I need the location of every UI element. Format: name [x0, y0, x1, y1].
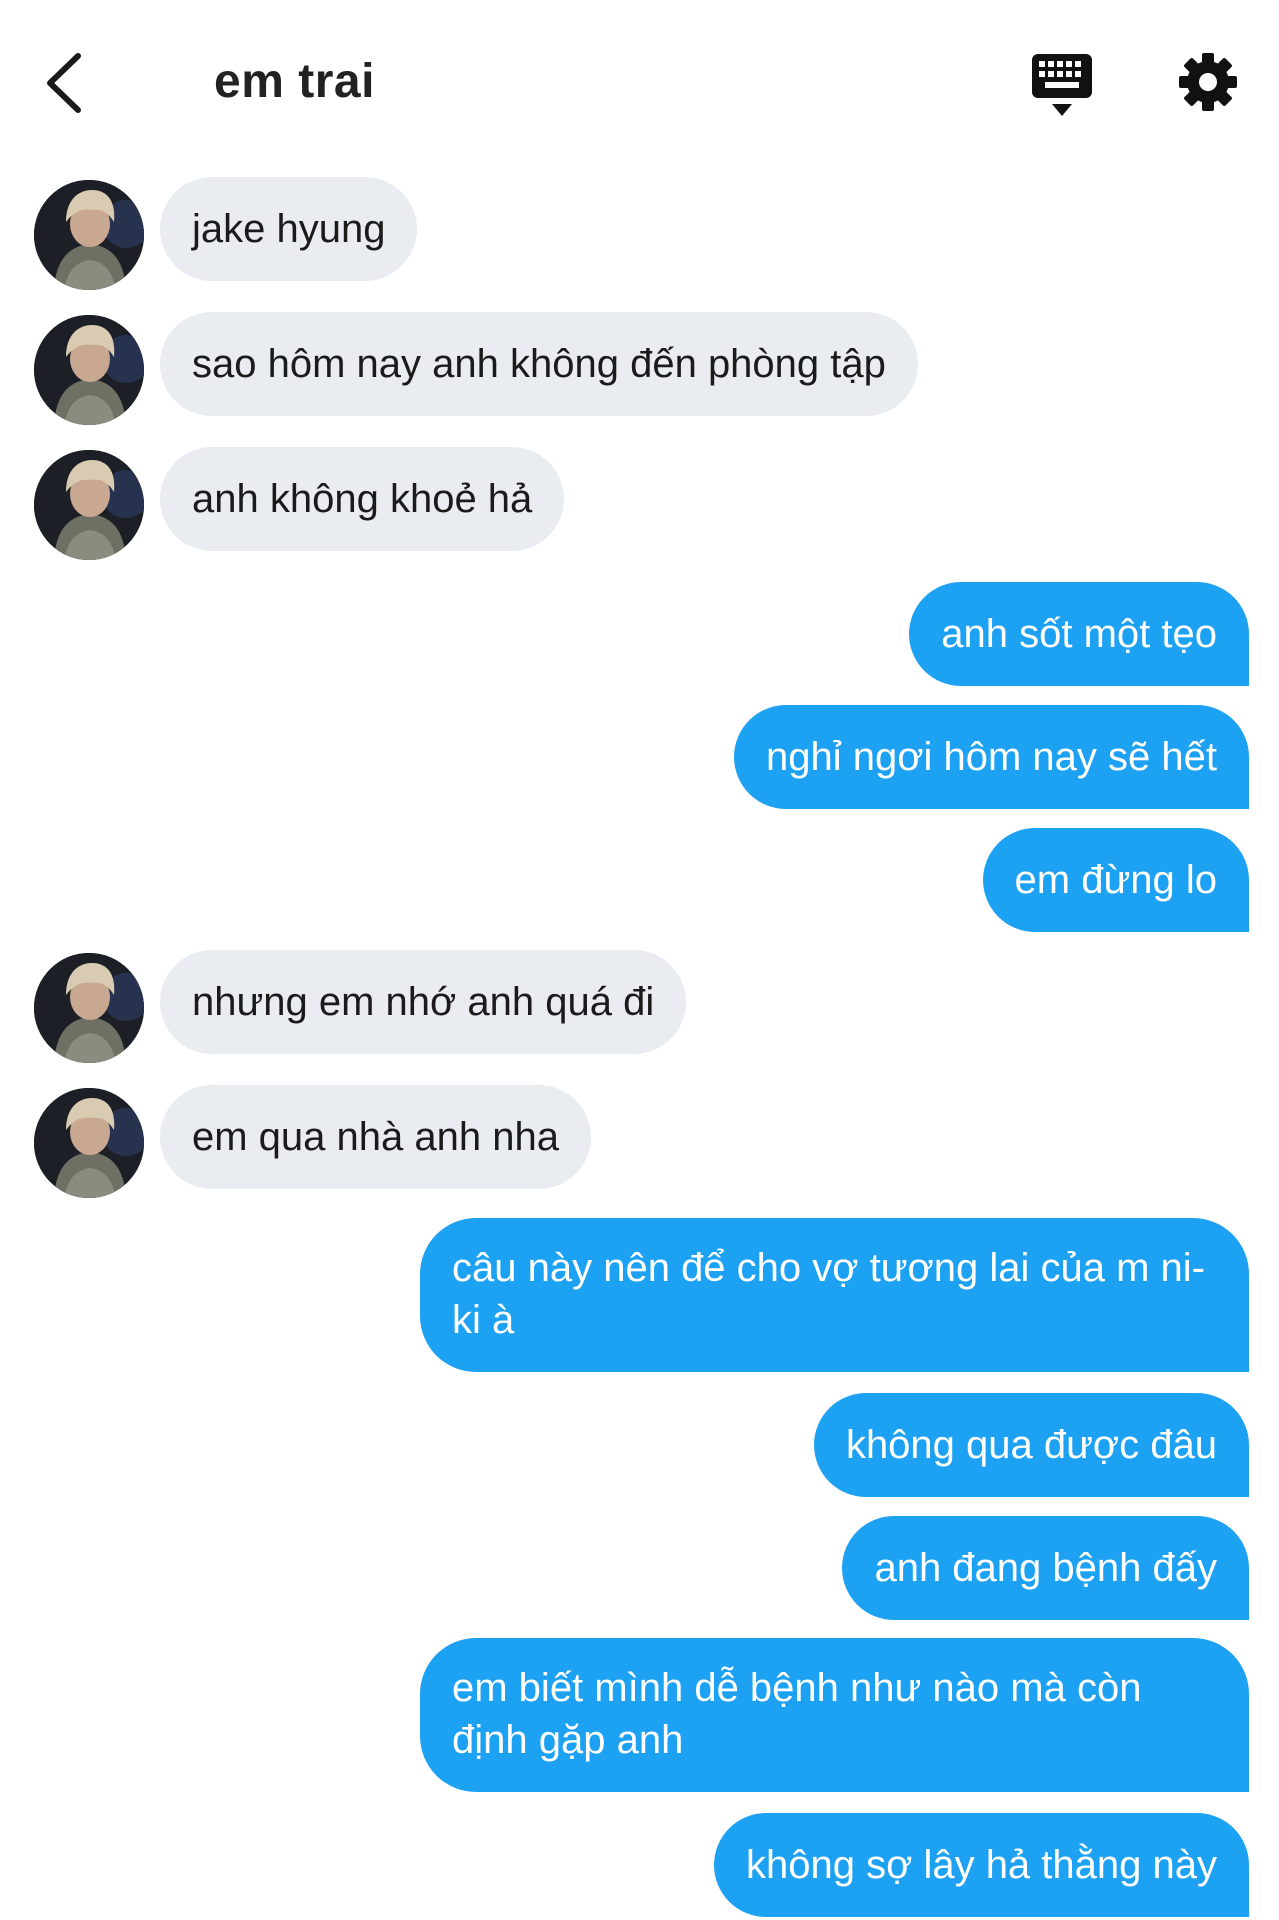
message-bubble-outgoing[interactable]: anh đang bệnh đấy	[842, 1516, 1249, 1620]
profile-photo	[34, 315, 144, 425]
profile-photo	[34, 450, 144, 560]
message-thread: jake hyung sao hôm nay anh không đến phò…	[0, 0, 1279, 1920]
message-bubble-outgoing[interactable]: nghỉ ngơi hôm nay sẽ hết	[734, 705, 1249, 809]
avatar[interactable]	[34, 1088, 144, 1198]
avatar[interactable]	[34, 450, 144, 560]
avatar[interactable]	[34, 953, 144, 1063]
message-bubble-incoming[interactable]: jake hyung	[160, 177, 418, 281]
message-bubble-outgoing[interactable]: không sợ lây hả thằng này	[714, 1813, 1249, 1917]
message-bubble-incoming[interactable]: anh không khoẻ hả	[160, 447, 565, 551]
message-bubble-outgoing[interactable]: không qua được đâu	[813, 1393, 1249, 1497]
message-bubble-incoming[interactable]: em qua nhà anh nha	[160, 1085, 591, 1189]
profile-photo	[34, 953, 144, 1063]
profile-photo	[34, 1088, 144, 1198]
profile-photo	[34, 180, 144, 290]
message-bubble-outgoing[interactable]: em đừng lo	[982, 828, 1249, 932]
avatar[interactable]	[34, 315, 144, 425]
message-bubble-outgoing[interactable]: anh sốt một tẹo	[909, 582, 1249, 686]
avatar[interactable]	[34, 180, 144, 290]
message-bubble-incoming[interactable]: sao hôm nay anh không đến phòng tập	[160, 312, 918, 416]
message-bubble-incoming[interactable]: nhưng em nhớ anh quá đi	[160, 950, 687, 1054]
message-bubble-outgoing[interactable]: em biết mình dễ bệnh như nào mà còn định…	[420, 1638, 1249, 1792]
message-bubble-outgoing[interactable]: câu này nên để cho vợ tương lai của m ni…	[420, 1218, 1249, 1372]
